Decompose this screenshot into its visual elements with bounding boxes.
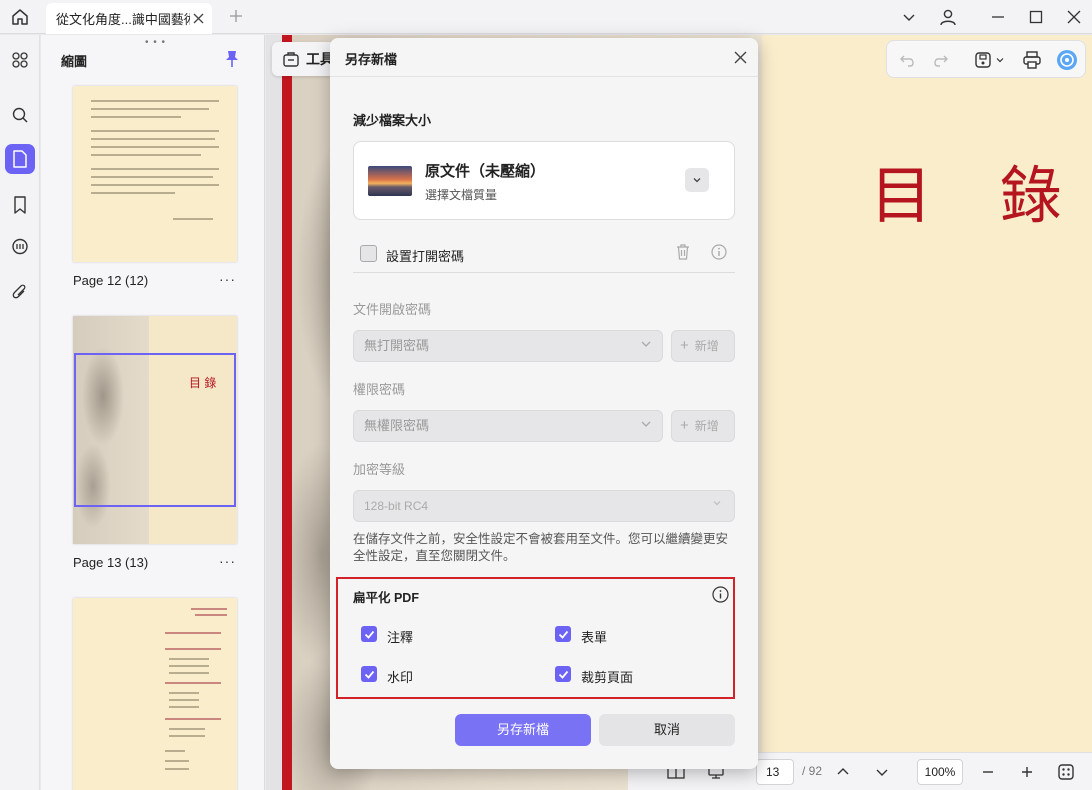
page-thumbnails-icon[interactable] — [5, 144, 35, 174]
add-open-password-button[interactable]: + 新增 — [671, 330, 735, 362]
divider — [330, 76, 758, 77]
plus-icon: + — [680, 417, 689, 434]
annotations-label: 注釋 — [387, 630, 414, 645]
save-icon[interactable] — [971, 48, 995, 72]
page-label-13: Page 13 (13) — [73, 555, 149, 570]
page-heading: 目 錄 — [870, 159, 1086, 232]
maximize-icon[interactable] — [1024, 5, 1048, 29]
chevron-down-icon[interactable] — [685, 168, 709, 192]
sunset-thumbnail — [368, 166, 412, 196]
tab-label: 從文化角度...識中國藝術 — [56, 12, 190, 27]
add-tab-icon[interactable] — [226, 6, 246, 26]
attachment-icon[interactable] — [5, 277, 35, 307]
save-options-chevron-icon[interactable] — [993, 48, 1007, 72]
encryption-level-value: 128-bit RC4 — [364, 499, 429, 513]
open-password-row: 設置打開密碼 — [353, 239, 735, 273]
next-page-icon[interactable] — [870, 760, 894, 784]
forms-checkbox[interactable] — [555, 626, 571, 642]
quality-selector[interactable]: 原文件（未壓縮） 選擇文檔質量 — [353, 141, 735, 220]
permission-password-value: 無權限密碼 — [364, 418, 430, 433]
quality-subtitle: 選擇文檔質量 — [425, 188, 498, 202]
chevron-down-icon — [640, 411, 652, 441]
flatten-title: 扁平化 PDF — [353, 591, 419, 605]
search-icon[interactable] — [5, 100, 35, 130]
user-icon[interactable] — [936, 5, 960, 29]
bookmark-icon[interactable] — [5, 190, 35, 220]
watermark-checkbox[interactable] — [361, 666, 377, 682]
save-as-dialog: 另存新檔 減少檔案大小 原文件（未壓縮） 選擇文檔質量 設置打開密碼 文件開啟密… — [330, 38, 758, 769]
chevron-down-icon — [712, 491, 722, 521]
permission-password-label: 權限密碼 — [353, 382, 406, 397]
undo-icon[interactable] — [895, 48, 919, 72]
document-tab[interactable]: 從文化角度...識中國藝術 — [46, 3, 212, 34]
tools-button[interactable]: 工具 — [272, 42, 336, 76]
window-close-icon[interactable] — [1062, 5, 1086, 29]
previous-page-icon[interactable] — [831, 760, 855, 784]
crop-pages-checkbox[interactable] — [555, 666, 571, 682]
doc-open-password-label: 文件開啟密碼 — [353, 302, 432, 317]
info-icon[interactable] — [710, 243, 728, 261]
cancel-button[interactable]: 取消 — [599, 714, 735, 746]
chevron-down-icon — [640, 331, 652, 361]
home-icon[interactable] — [6, 4, 34, 30]
encryption-level-select[interactable]: 128-bit RC4 — [353, 490, 735, 522]
current-page-input[interactable]: 13 — [756, 759, 794, 785]
watermark-label: 水印 — [387, 670, 414, 685]
flatten-pdf-section: 扁平化 PDF 注釋 表單 水印 裁剪頁面 — [336, 577, 735, 699]
open-password-checkbox[interactable] — [360, 245, 377, 262]
redo-icon[interactable] — [929, 48, 953, 72]
chevron-down-icon[interactable] — [897, 5, 921, 29]
page-thumbnail-13[interactable]: 目 錄 — [73, 316, 237, 544]
panel-drag-handle[interactable]: • • • — [145, 37, 166, 48]
minimize-icon[interactable] — [986, 5, 1010, 29]
zoom-level[interactable]: 100% — [917, 759, 963, 785]
left-rail — [0, 35, 40, 790]
print-icon[interactable] — [1020, 48, 1044, 72]
ai-assistant-icon[interactable] — [1055, 48, 1079, 72]
crop-pages-label: 裁剪頁面 — [581, 670, 634, 685]
plus-icon: + — [680, 337, 689, 354]
page-label-12: Page 12 (12) — [73, 273, 149, 288]
close-tab-icon[interactable] — [190, 11, 206, 27]
open-password-value: 無打開密碼 — [364, 338, 430, 353]
close-icon[interactable] — [730, 47, 750, 67]
page-thumbnail-12[interactable] — [73, 86, 237, 262]
forms-label: 表單 — [581, 630, 608, 645]
page-more-menu[interactable]: ··· — [219, 271, 236, 287]
security-note: 在儲存文件之前，安全性設定不會被套用至文件。您可以繼續變更安全性設定，直至您關閉… — [353, 532, 729, 563]
red-margin-stripe — [282, 35, 292, 790]
zoom-in-icon[interactable] — [1015, 760, 1039, 784]
page-thumbnail-14[interactable] — [73, 598, 237, 790]
add-label: 新增 — [694, 419, 719, 433]
save-as-button[interactable]: 另存新檔 — [455, 714, 591, 746]
grid-icon[interactable] — [5, 45, 35, 75]
encryption-level-label: 加密等級 — [353, 462, 406, 477]
add-permission-password-button[interactable]: + 新增 — [671, 410, 735, 442]
zoom-out-icon[interactable] — [976, 760, 1000, 784]
open-password-label: 設置打開密碼 — [386, 249, 465, 264]
reduce-size-title: 減少檔案大小 — [353, 113, 432, 128]
annotations-checkbox[interactable] — [361, 626, 377, 642]
page-total: / 92 — [802, 764, 823, 778]
info-icon[interactable] — [712, 586, 729, 603]
pin-icon[interactable] — [224, 50, 240, 68]
dialog-title: 另存新檔 — [345, 52, 398, 67]
page-more-menu[interactable]: ··· — [219, 553, 236, 569]
thumbnail-heading: 目 錄 — [189, 376, 217, 390]
quality-title: 原文件（未壓縮） — [425, 163, 546, 180]
open-password-select[interactable]: 無打開密碼 — [353, 330, 663, 362]
document-toolbar — [886, 40, 1086, 78]
comment-icon[interactable] — [5, 232, 35, 262]
fit-page-icon[interactable] — [1054, 760, 1078, 784]
panel-title: 縮圖 — [61, 54, 88, 69]
thumbnail-panel: • • • 縮圖 Page 12 (12) ··· 目 錄 Page 13 (1… — [41, 35, 265, 790]
add-label: 新增 — [694, 339, 719, 353]
permission-password-select[interactable]: 無權限密碼 — [353, 410, 663, 442]
trash-icon[interactable] — [673, 241, 693, 263]
title-bar: 從文化角度...識中國藝術 — [0, 0, 1092, 34]
